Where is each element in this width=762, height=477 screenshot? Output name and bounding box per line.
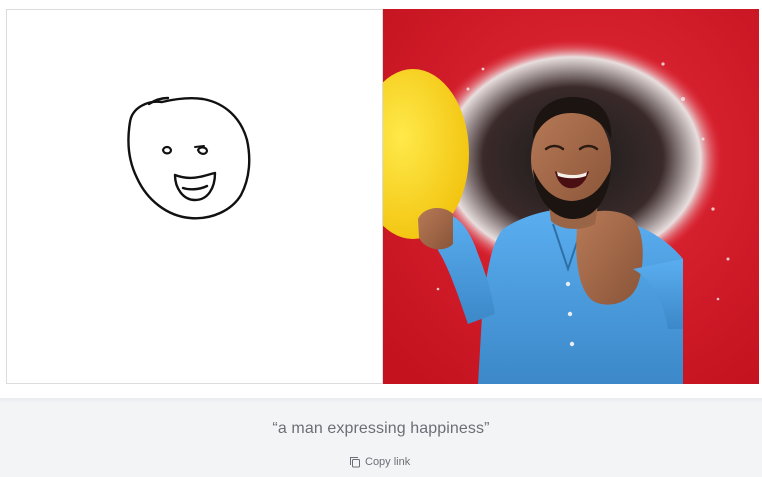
sketch-right-eye: [196, 146, 209, 155]
sketch-left-eye: [161, 145, 173, 155]
caption-bar: “a man expressing happiness” Copy link: [0, 402, 762, 477]
result-view: “a man expressing happiness” Copy link: [0, 0, 762, 477]
copy-icon: [349, 456, 361, 468]
sketch-head-outline: [127, 97, 251, 220]
generated-photo: [383, 9, 759, 384]
prompt-caption: “a man expressing happiness”: [272, 420, 490, 437]
sketch-input-image: [6, 9, 383, 384]
copy-link-label: Copy link: [365, 456, 411, 468]
sketch-mouth: [173, 171, 217, 202]
copy-link-button[interactable]: Copy link: [349, 454, 410, 470]
image-pair: [0, 0, 762, 400]
